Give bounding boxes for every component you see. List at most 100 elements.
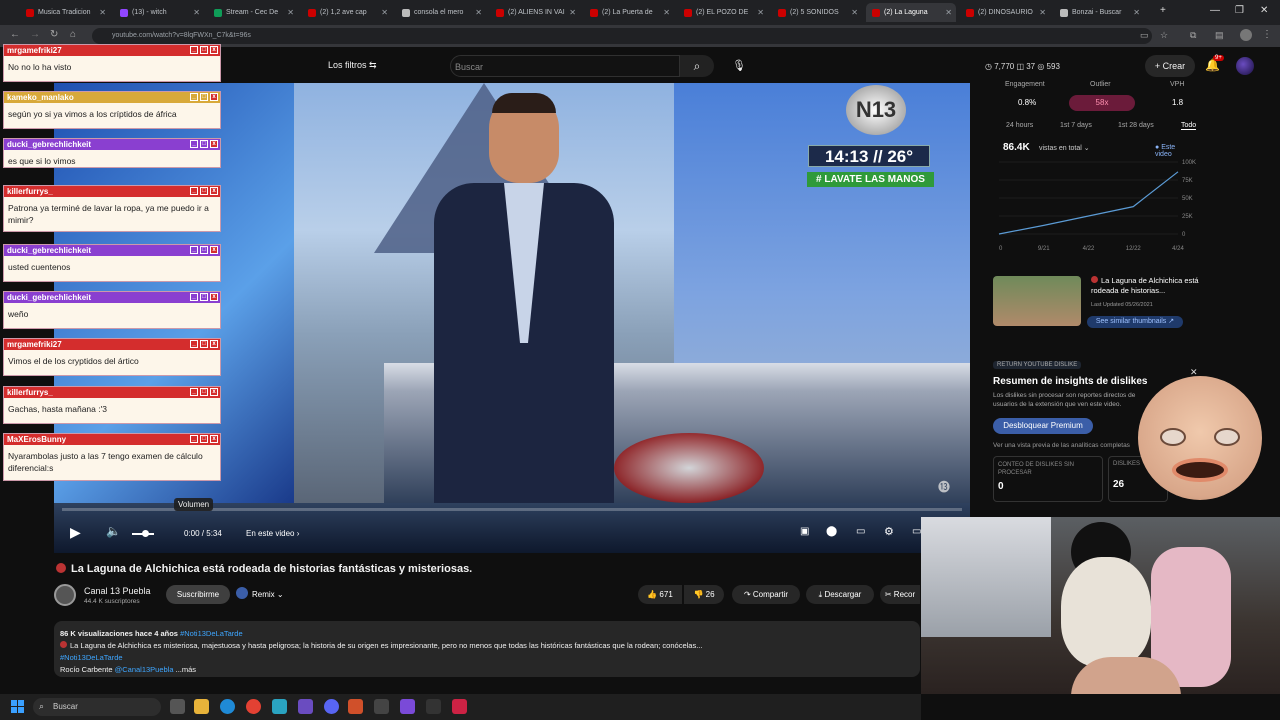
close-icon[interactable]: x — [210, 340, 218, 348]
minimize-icon[interactable]: _ — [190, 388, 198, 396]
browser-tab[interactable]: Bonzai - Buscar ✕ — [1054, 3, 1144, 22]
profile-icon[interactable] — [1240, 29, 1252, 41]
browser-tab[interactable]: (13) - witch ✕ — [114, 3, 204, 22]
remix-button[interactable]: Remix ⌄ — [236, 585, 298, 604]
period-28d[interactable]: 1st 28 days — [1118, 122, 1154, 129]
miniplayer-icon[interactable]: ▣ — [800, 526, 809, 537]
close-tab-icon[interactable]: ✕ — [569, 8, 576, 17]
browser-tab[interactable]: (2) ALIENS IN VAI ✕ — [490, 3, 580, 22]
minimize-button[interactable]: — — [1210, 5, 1220, 16]
search-icon[interactable]: ⌕ — [680, 55, 714, 77]
dislike-button[interactable]: 👎 26 — [684, 585, 724, 604]
maximize-icon[interactable]: □ — [200, 435, 208, 443]
browser-tab[interactable]: (2) 5 SONIDOS ✕ — [772, 3, 862, 22]
extensions-icon[interactable]: ⧉ — [1190, 30, 1196, 41]
close-tab-icon[interactable]: ✕ — [663, 8, 670, 17]
like-button[interactable]: 👍 671 — [638, 585, 682, 604]
windows-start-icon[interactable] — [11, 700, 24, 713]
period-all[interactable]: Todo — [1181, 122, 1197, 130]
volume-knob[interactable] — [142, 530, 149, 537]
minimize-icon[interactable]: _ — [190, 340, 198, 348]
maximize-icon[interactable]: □ — [200, 340, 208, 348]
maximize-icon[interactable]: □ — [200, 187, 208, 195]
volume-icon[interactable]: 🔈 — [106, 524, 121, 538]
app-icon-7[interactable] — [452, 699, 467, 714]
description-hashtag-2[interactable]: #Noti13DeLaTarde — [60, 652, 914, 664]
close-icon[interactable]: x — [210, 293, 218, 301]
close-icon[interactable]: x — [210, 246, 218, 254]
close-tab-icon[interactable]: ✕ — [1133, 8, 1140, 17]
browser-tab[interactable]: (2) DINOSAURIO ✕ — [960, 3, 1050, 22]
app-icon-4[interactable] — [374, 699, 389, 714]
minimize-icon[interactable]: _ — [190, 435, 198, 443]
taskbar-search[interactable]: ⌕ Buscar — [33, 698, 161, 716]
download-button[interactable]: ⤓ Descargar — [806, 585, 874, 604]
channel-avatar[interactable] — [54, 584, 76, 606]
minimize-icon[interactable]: _ — [190, 293, 198, 301]
discord-icon[interactable] — [324, 699, 339, 714]
forward-icon[interactable]: → — [30, 29, 40, 40]
bookmark-star-icon[interactable]: ☆ — [1160, 30, 1168, 41]
close-tab-icon[interactable]: ✕ — [1039, 8, 1046, 17]
channel-name[interactable]: Canal 13 Puebla — [84, 586, 151, 596]
close-tab-icon[interactable]: ✕ — [757, 8, 764, 17]
close-icon[interactable]: x — [210, 46, 218, 54]
close-icon[interactable]: x — [210, 93, 218, 101]
close-tab-icon[interactable]: ✕ — [945, 8, 952, 17]
back-icon[interactable]: ← — [10, 29, 20, 40]
filters-button[interactable]: Los filtros ⇆ — [328, 60, 377, 71]
play-icon[interactable]: ▶ — [70, 524, 81, 541]
new-tab-button[interactable]: + — [1160, 5, 1166, 16]
close-tab-icon[interactable]: ✕ — [851, 8, 858, 17]
settings-gear-icon[interactable]: ⚙ — [884, 525, 894, 538]
subscribe-button[interactable]: Suscribirme — [166, 585, 230, 604]
browser-tab[interactable]: (2) EL POZO DE ✕ — [678, 3, 768, 22]
clip-button[interactable]: ✂ Recor — [880, 585, 920, 604]
cast-icon[interactable]: ▭ — [1140, 30, 1149, 41]
close-icon[interactable]: x — [210, 187, 218, 195]
description-box[interactable]: 86 K visualizaciones hace 4 años #Noti13… — [54, 621, 920, 677]
close-window-button[interactable]: ✕ — [1260, 5, 1268, 16]
avatar[interactable] — [1236, 57, 1254, 75]
browser-tab[interactable]: (2) La Puerta de ✕ — [584, 3, 674, 22]
share-button[interactable]: ↷ Compartir — [732, 585, 800, 604]
close-icon[interactable]: x — [210, 435, 218, 443]
minimize-icon[interactable]: _ — [190, 246, 198, 254]
minimize-icon[interactable]: _ — [190, 187, 198, 195]
menu-icon[interactable]: ⋮ — [1262, 29, 1272, 40]
maximize-icon[interactable]: □ — [200, 388, 208, 396]
period-7d[interactable]: 1st 7 days — [1060, 122, 1092, 129]
browser-tab[interactable]: consola el mero ✕ — [396, 3, 486, 22]
app-icon-2[interactable] — [298, 699, 313, 714]
maximize-icon[interactable]: □ — [200, 46, 208, 54]
similar-thumbnails-button[interactable]: See similar thumbnails ↗ — [1087, 316, 1183, 328]
file-explorer-icon[interactable] — [194, 699, 209, 714]
browser-tab[interactable]: (2) La Laguna ✕ — [866, 3, 956, 22]
search-input[interactable]: Buscar — [450, 55, 680, 77]
unlock-premium-button[interactable]: Desbloquear Premium — [993, 418, 1093, 434]
maximize-icon[interactable]: □ — [200, 293, 208, 301]
task-view-icon[interactable] — [170, 699, 185, 714]
close-icon[interactable]: x — [210, 140, 218, 148]
chrome-icon[interactable] — [246, 699, 261, 714]
close-tab-icon[interactable]: ✕ — [381, 8, 388, 17]
close-tab-icon[interactable]: ✕ — [193, 8, 200, 17]
home-icon[interactable]: ⌂ — [70, 29, 76, 40]
close-icon[interactable]: x — [210, 388, 218, 396]
sidebar-icon[interactable]: ▤ — [1215, 30, 1224, 41]
app-icon-6[interactable] — [426, 699, 441, 714]
description-hashtag[interactable]: #Noti13DeLaTarde — [180, 629, 243, 638]
video-thumbnail[interactable] — [993, 276, 1081, 326]
close-tab-icon[interactable]: ✕ — [99, 8, 106, 17]
app-icon[interactable] — [272, 699, 287, 714]
show-more-link[interactable]: ...más — [176, 665, 196, 674]
address-bar[interactable]: youtube.com/watch?v=8lqFWXn_C7k&t=96s — [92, 28, 1152, 44]
minimize-icon[interactable]: _ — [190, 140, 198, 148]
maximize-icon[interactable]: □ — [200, 93, 208, 101]
maximize-icon[interactable]: □ — [200, 246, 208, 254]
reload-icon[interactable]: ↻ — [50, 29, 58, 40]
period-24h[interactable]: 24 hours — [1006, 122, 1033, 129]
subtitles-icon[interactable]: ▭ — [856, 526, 865, 537]
browser-tab[interactable]: (2) 1,2 ave cap ✕ — [302, 3, 392, 22]
close-tab-icon[interactable]: ✕ — [475, 8, 482, 17]
